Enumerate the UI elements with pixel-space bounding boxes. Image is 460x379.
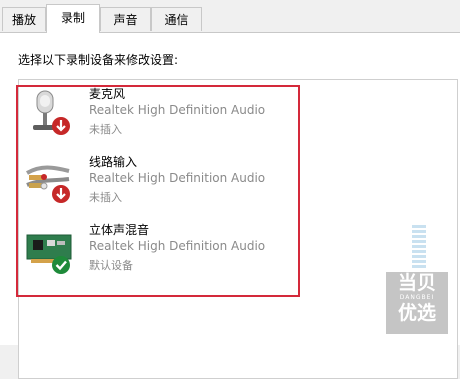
highlight-box <box>16 85 300 297</box>
instruction-label: 选择以下录制设备来修改设置: <box>18 53 179 67</box>
tab-strip: 播放 录制 声音 通信 <box>0 0 460 33</box>
tab-sounds[interactable]: 声音 <box>100 7 151 31</box>
level-meter <box>412 225 426 271</box>
tab-recording[interactable]: 录制 <box>46 4 100 33</box>
tab-playback[interactable]: 播放 <box>2 7 46 31</box>
watermark-logo: 当贝 DANGBEI 优选 <box>386 272 448 334</box>
tab-communications[interactable]: 通信 <box>151 7 202 31</box>
